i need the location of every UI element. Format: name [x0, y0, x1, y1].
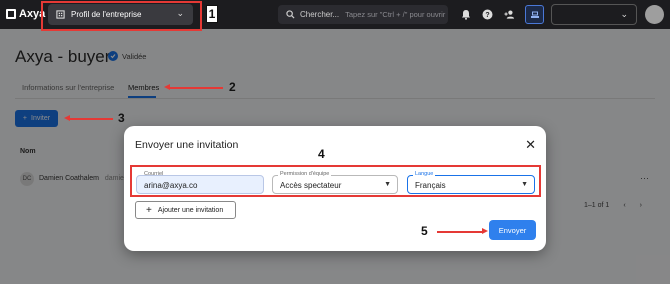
- search-placeholder: Tapez sur "Ctrl + /" pour ouvrir: [345, 10, 446, 19]
- annotation-arrow-5: [437, 228, 488, 234]
- annotation-arrow-2: [164, 84, 223, 90]
- annotation-label-3: 3: [118, 111, 125, 125]
- logo-icon: [6, 9, 16, 19]
- search-label: Chercher...: [300, 10, 340, 19]
- annotation-label-4: 4: [318, 147, 325, 161]
- dialog-title: Envoyer une invitation: [135, 139, 239, 151]
- user-avatar[interactable]: [645, 5, 664, 24]
- search-input[interactable]: Chercher... Tapez sur "Ctrl + /" pour ou…: [278, 5, 448, 24]
- send-button[interactable]: Envoyer: [489, 220, 536, 240]
- annotation-label-2: 2: [229, 80, 236, 94]
- search-icon: [286, 10, 295, 19]
- add-invitation-label: Ajouter une invitation: [157, 206, 224, 214]
- add-invitation-button[interactable]: + Ajouter une invitation: [135, 201, 236, 219]
- logo[interactable]: Axya: [6, 8, 45, 20]
- svg-text:?: ?: [485, 12, 489, 19]
- chevron-down-icon: ⌄: [620, 9, 628, 19]
- annotation-label-5: 5: [421, 224, 428, 238]
- annotation-frame-4: [130, 165, 541, 197]
- help-icon[interactable]: ?: [482, 9, 493, 20]
- add-user-icon[interactable]: [504, 9, 515, 20]
- workspace-icon[interactable]: [525, 5, 544, 24]
- close-icon[interactable]: ✕: [525, 138, 536, 151]
- account-select[interactable]: ⌄: [551, 4, 637, 25]
- annotation-arrow-3: [64, 115, 113, 121]
- annotation-frame-1: [41, 1, 202, 31]
- annotation-label-1: 1: [206, 5, 218, 23]
- bell-icon[interactable]: [460, 9, 471, 20]
- plus-icon: +: [146, 204, 152, 216]
